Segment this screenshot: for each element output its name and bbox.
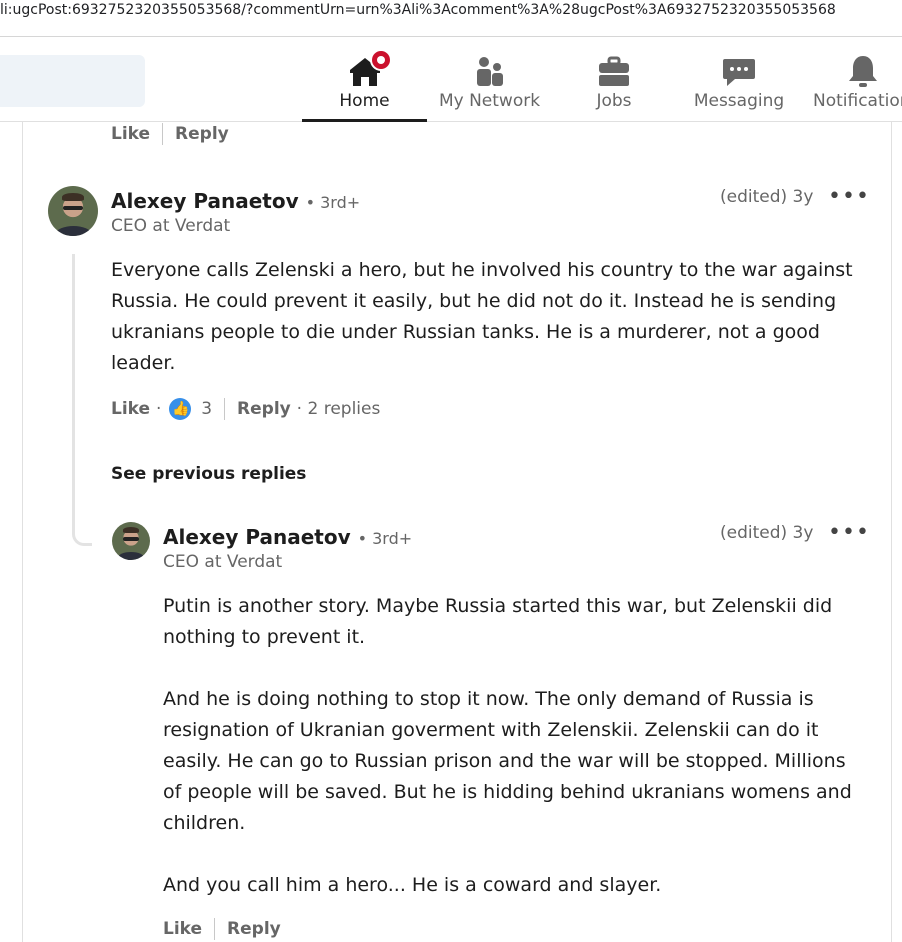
reply-author-headline: CEO at Verdat <box>163 552 283 572</box>
nav-notifications[interactable]: Notifications <box>811 47 902 121</box>
prev-comment-actions: Like Reply <box>111 123 229 145</box>
like-reaction-icon[interactable] <box>169 398 192 420</box>
bell-icon <box>849 56 877 87</box>
reply-actions: Like Reply <box>163 918 281 940</box>
divider <box>214 918 216 940</box>
more-options-button[interactable]: ••• <box>828 186 870 208</box>
nav-messaging[interactable]: Messaging <box>688 47 790 121</box>
nav-my-network[interactable]: My Network <box>432 47 547 121</box>
reply-author-name[interactable]: Alexey Panaetov <box>163 525 351 549</box>
comment-text: Everyone calls Zelenski a hero, but he i… <box>111 255 871 379</box>
reply-timestamp: (edited) 3y <box>720 523 814 543</box>
briefcase-icon <box>599 56 629 86</box>
comment-author[interactable]: Alexey Panaetov • 3rd+ <box>111 189 360 213</box>
reply-paragraph: Putin is another story. Maybe Russia sta… <box>163 595 833 648</box>
comment-actions: Like · 3 Reply · 2 replies <box>111 398 380 420</box>
reply-avatar[interactable] <box>112 522 150 560</box>
reaction-count[interactable]: 3 <box>201 399 212 419</box>
comment-timestamp: (edited) 3y <box>720 187 814 207</box>
like-button[interactable]: Like <box>111 124 150 144</box>
search-box[interactable] <box>0 55 145 107</box>
see-previous-replies-button[interactable]: See previous replies <box>111 464 306 484</box>
reply-more-options-button[interactable]: ••• <box>828 522 870 544</box>
reply-button[interactable]: Reply <box>227 919 281 939</box>
network-icon <box>476 57 503 86</box>
comment-text-content: Everyone calls Zelenski a hero, but he i… <box>111 259 853 374</box>
author-headline: CEO at Verdat <box>111 216 231 236</box>
nav-messaging-label: Messaging <box>693 91 785 111</box>
reply-button[interactable]: Reply <box>237 399 291 419</box>
nav-jobs[interactable]: Jobs <box>563 47 665 121</box>
reply-author[interactable]: Alexey Panaetov • 3rd+ <box>163 525 412 549</box>
nav-home-label: Home <box>339 91 390 111</box>
reply-paragraph: And he is doing nothing to stop it now. … <box>163 688 852 834</box>
replies-count[interactable]: · 2 replies <box>297 399 381 419</box>
reply-connection-degree: • 3rd+ <box>357 529 413 548</box>
reply-text: Putin is another story. Maybe Russia sta… <box>163 591 868 932</box>
nav-my-network-label: My Network <box>438 91 541 111</box>
divider <box>162 123 164 145</box>
nav-notifications-label: Notifications <box>813 91 902 111</box>
author-name[interactable]: Alexey Panaetov <box>111 189 299 213</box>
notification-dot-icon <box>370 49 392 71</box>
avatar[interactable] <box>48 186 98 236</box>
nav-home[interactable]: Home <box>302 47 427 122</box>
divider <box>224 398 226 420</box>
url-text: li:ugcPost:6932752320355053568/?commentU… <box>0 2 836 18</box>
like-button[interactable]: Like <box>111 399 150 419</box>
chat-icon <box>723 59 755 86</box>
address-bar[interactable]: li:ugcPost:6932752320355053568/?commentU… <box>0 0 902 37</box>
like-button[interactable]: Like <box>163 919 202 939</box>
reply-button[interactable]: Reply <box>175 124 229 144</box>
separator-dot: · <box>155 399 162 419</box>
nav-jobs-label: Jobs <box>596 91 632 111</box>
top-nav: Home My Network Jobs Messaging Notificat… <box>0 37 902 122</box>
reply-paragraph: And you call him a hero... He is a cowar… <box>163 874 662 896</box>
connection-degree: • 3rd+ <box>305 193 361 212</box>
thread-line <box>72 254 92 546</box>
